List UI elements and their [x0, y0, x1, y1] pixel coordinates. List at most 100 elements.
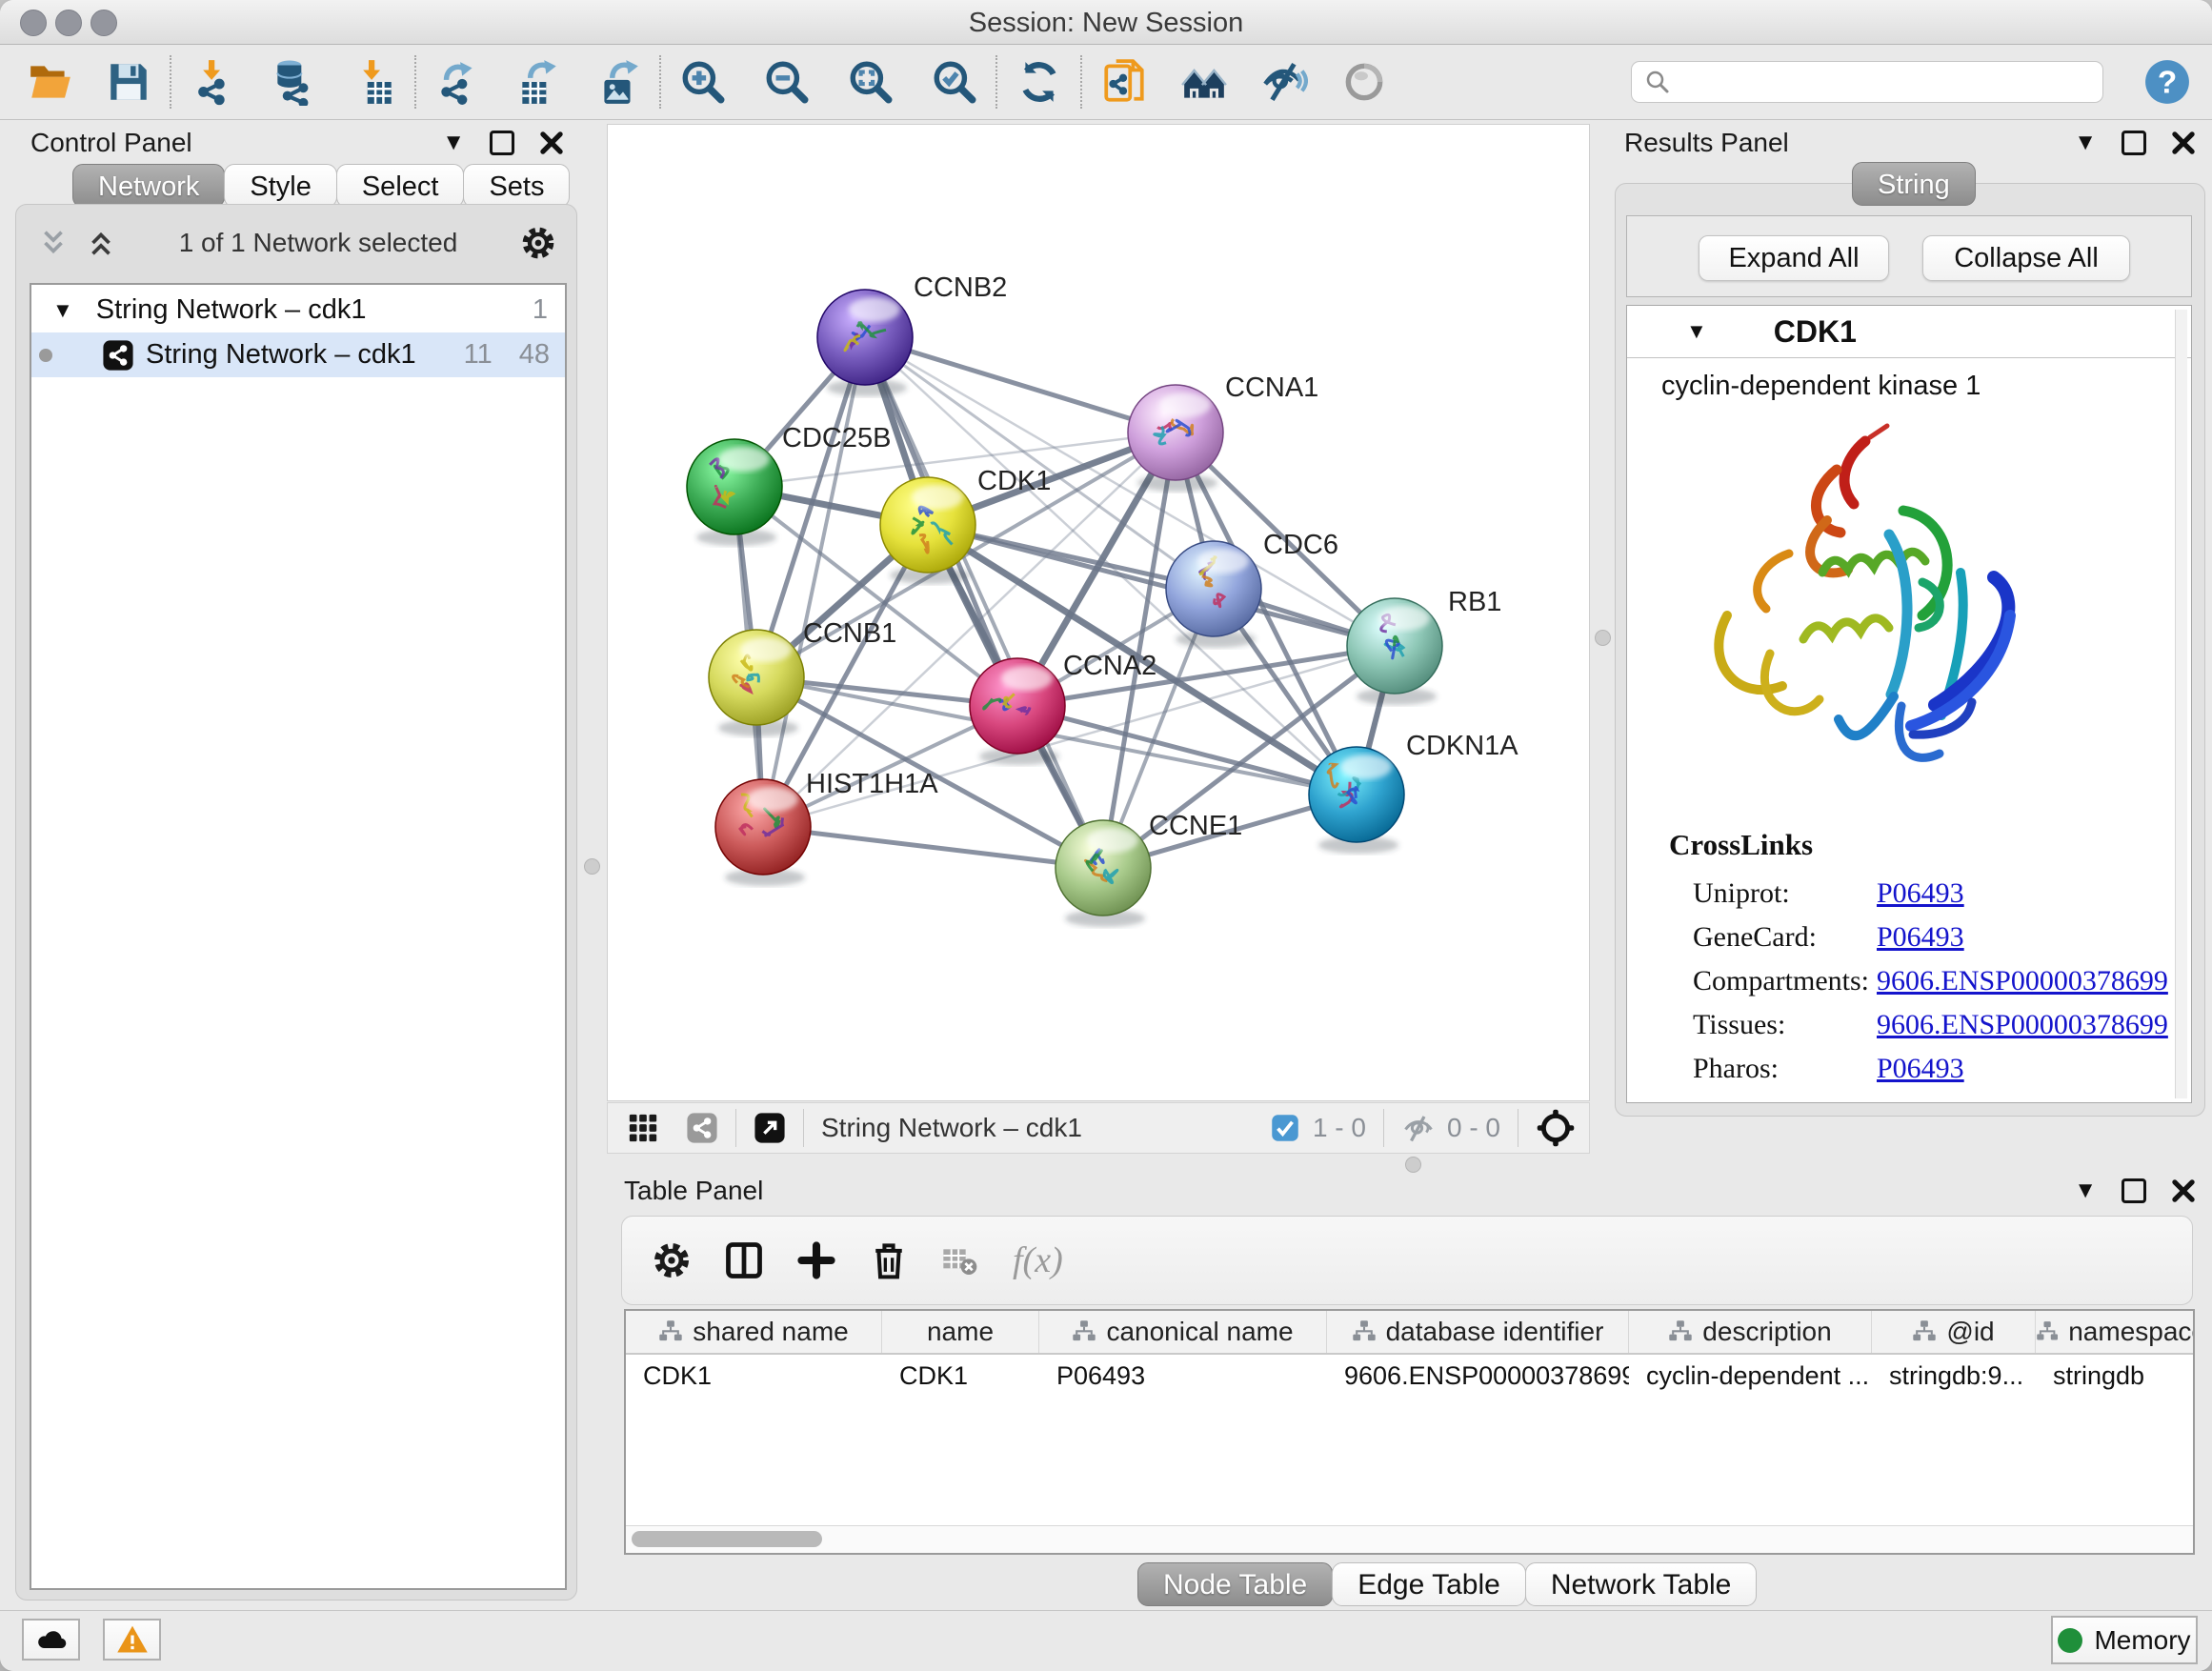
float-panel-icon[interactable]: [490, 131, 514, 155]
show-hide-graphics-icon[interactable]: [1258, 56, 1310, 108]
column-header-description[interactable]: description: [1629, 1311, 1872, 1353]
import-table-icon[interactable]: [348, 56, 399, 108]
column-header-name[interactable]: name: [882, 1311, 1039, 1353]
crosslink-link[interactable]: P06493: [1877, 921, 1964, 954]
tree-collapse-icon[interactable]: ▼: [52, 300, 73, 321]
zoom-fit-icon[interactable]: [845, 56, 896, 108]
export-table-icon[interactable]: [513, 56, 564, 108]
edge-CCNB2-HIST1H1A[interactable]: [763, 337, 865, 827]
tab-sets[interactable]: Sets: [463, 164, 570, 208]
column-label: namespace: [2068, 1317, 2195, 1347]
column-header-canonical-name[interactable]: canonical name: [1039, 1311, 1327, 1353]
cell-canonical-name[interactable]: P06493: [1039, 1355, 1327, 1397]
column-header--id[interactable]: @id: [1872, 1311, 2036, 1353]
birds-eye-view-icon[interactable]: [1536, 1108, 1576, 1148]
network-collection-row[interactable]: ▼ String Network – cdk1 1: [31, 288, 565, 332]
grid-view-icon[interactable]: [627, 1112, 659, 1144]
tab-select[interactable]: Select: [336, 164, 465, 208]
float-panel-icon[interactable]: [2122, 131, 2146, 155]
tab-style[interactable]: Style: [224, 164, 336, 208]
table-options-gear-icon[interactable]: [651, 1239, 693, 1281]
detach-view-icon[interactable]: [754, 1112, 786, 1144]
network-canvas[interactable]: CCNB2CCNA1CDC25BCDK1CDC6RB1CCNB1CCNA2CDK…: [607, 124, 1590, 1101]
cell-name[interactable]: CDK1: [882, 1355, 1039, 1397]
node-CCNE1[interactable]: [1056, 820, 1151, 927]
warning-button[interactable]: [103, 1619, 161, 1661]
zoom-selected-icon[interactable]: [929, 56, 980, 108]
save-session-icon[interactable]: [103, 56, 154, 108]
column-header-shared-name[interactable]: shared name: [626, 1311, 882, 1353]
cell-shared-name[interactable]: CDK1: [626, 1355, 882, 1397]
control-panel-tabs: NetworkStyleSelectSets: [72, 164, 569, 208]
column-type-icon: [1912, 1319, 1937, 1344]
import-network-file-icon[interactable]: [188, 56, 239, 108]
node-CCNB1[interactable]: [709, 630, 804, 736]
export-image-icon[interactable]: [593, 56, 644, 108]
cell-database-identifier[interactable]: 9606.ENSP00000378699: [1327, 1355, 1629, 1397]
collapse-all-button[interactable]: Collapse All: [1922, 235, 2130, 281]
search-input[interactable]: [1631, 61, 2103, 103]
table-hscrollbar[interactable]: [626, 1525, 2193, 1553]
crosslink-link[interactable]: 9606.ENSP00000378699: [1877, 965, 2168, 997]
crosslink-link[interactable]: 9606.ENSP00000378699: [1877, 1009, 2168, 1041]
column-header-database-identifier[interactable]: database identifier: [1327, 1311, 1629, 1353]
float-panel-icon[interactable]: [2122, 1178, 2146, 1203]
export-network-icon[interactable]: [432, 56, 484, 108]
node-CDKN1A[interactable]: [1309, 747, 1404, 854]
close-panel-icon[interactable]: [2171, 1178, 2196, 1203]
cell-namespace[interactable]: stringdb: [2036, 1355, 2195, 1397]
cell--id[interactable]: stringdb:9...: [1872, 1355, 2036, 1397]
network-row-selected[interactable]: String Network – cdk1 11 48: [31, 332, 565, 377]
node-RB1[interactable]: [1347, 598, 1442, 705]
crosslink-link[interactable]: P06493: [1877, 1053, 1964, 1085]
edge-HIST1H1A-CCNE1[interactable]: [763, 827, 1103, 868]
close-panel-icon[interactable]: [539, 131, 564, 155]
new-network-from-selection-icon[interactable]: [1098, 56, 1150, 108]
close-panel-icon[interactable]: [2171, 131, 2196, 155]
cell-description[interactable]: cyclin-dependent ...: [1629, 1355, 1872, 1397]
zoom-in-icon[interactable]: [677, 56, 729, 108]
network-view-icon[interactable]: [686, 1112, 718, 1144]
crosslink-link[interactable]: P06493: [1877, 877, 1964, 910]
selected-checkbox-icon[interactable]: [1271, 1114, 1299, 1142]
table-panel-title: Table Panel: [624, 1176, 763, 1206]
help-icon[interactable]: ?: [2142, 56, 2193, 108]
string-home-icon[interactable]: [1178, 56, 1230, 108]
left-splitter-handle[interactable]: [584, 858, 600, 875]
node-CCNA1[interactable]: [1128, 385, 1223, 492]
network-options-gear-icon[interactable]: [519, 224, 557, 262]
zoom-out-icon[interactable]: [761, 56, 813, 108]
import-network-database-icon[interactable]: [268, 56, 319, 108]
panel-menu-icon[interactable]: ▼: [2074, 131, 2097, 154]
tab-string[interactable]: String: [1852, 162, 1976, 206]
open-session-icon[interactable]: [25, 56, 76, 108]
refresh-icon[interactable]: [1014, 56, 1065, 108]
node-CCNB2[interactable]: [817, 290, 913, 396]
column-header-namespace[interactable]: namespace: [2036, 1311, 2195, 1353]
tab-network[interactable]: Network: [72, 164, 225, 208]
collapse-all-tree-icon[interactable]: [37, 227, 70, 259]
edge-CCNB2-CCNA1[interactable]: [865, 337, 1176, 433]
expand-all-tree-icon[interactable]: [85, 227, 117, 259]
memory-button[interactable]: Memory: [2051, 1616, 2198, 1664]
eye-icon[interactable]: [1338, 56, 1390, 108]
node-label-CCNE1: CCNE1: [1149, 811, 1242, 841]
show-columns-icon[interactable]: [723, 1239, 765, 1281]
node-HIST1H1A[interactable]: [715, 779, 811, 886]
results-scrollbar[interactable]: [2175, 310, 2187, 1098]
tab-edge-table[interactable]: Edge Table: [1332, 1562, 1526, 1606]
gene-collapse-icon[interactable]: ▼: [1686, 321, 1707, 342]
delete-column-icon[interactable]: [868, 1239, 910, 1281]
panel-menu-icon[interactable]: ▼: [2074, 1179, 2097, 1202]
hscrollbar-thumb[interactable]: [632, 1531, 822, 1547]
table-row[interactable]: CDK1CDK1P064939606.ENSP00000378699cyclin…: [626, 1355, 2193, 1397]
tab-node-table[interactable]: Node Table: [1137, 1562, 1333, 1606]
control-panel: Control Panel ▼ NetworkStyleSelectSets 1…: [15, 124, 575, 1599]
cloud-button[interactable]: [22, 1619, 80, 1661]
panel-menu-icon[interactable]: ▼: [442, 131, 465, 154]
network-graph[interactable]: CCNB2CCNA1CDC25BCDK1CDC6RB1CCNB1CCNA2CDK…: [608, 125, 1589, 1100]
node-CDC25B[interactable]: [687, 439, 782, 546]
tab-network-table[interactable]: Network Table: [1525, 1562, 1758, 1606]
add-column-icon[interactable]: [795, 1239, 837, 1281]
expand-all-button[interactable]: Expand All: [1699, 235, 1889, 281]
